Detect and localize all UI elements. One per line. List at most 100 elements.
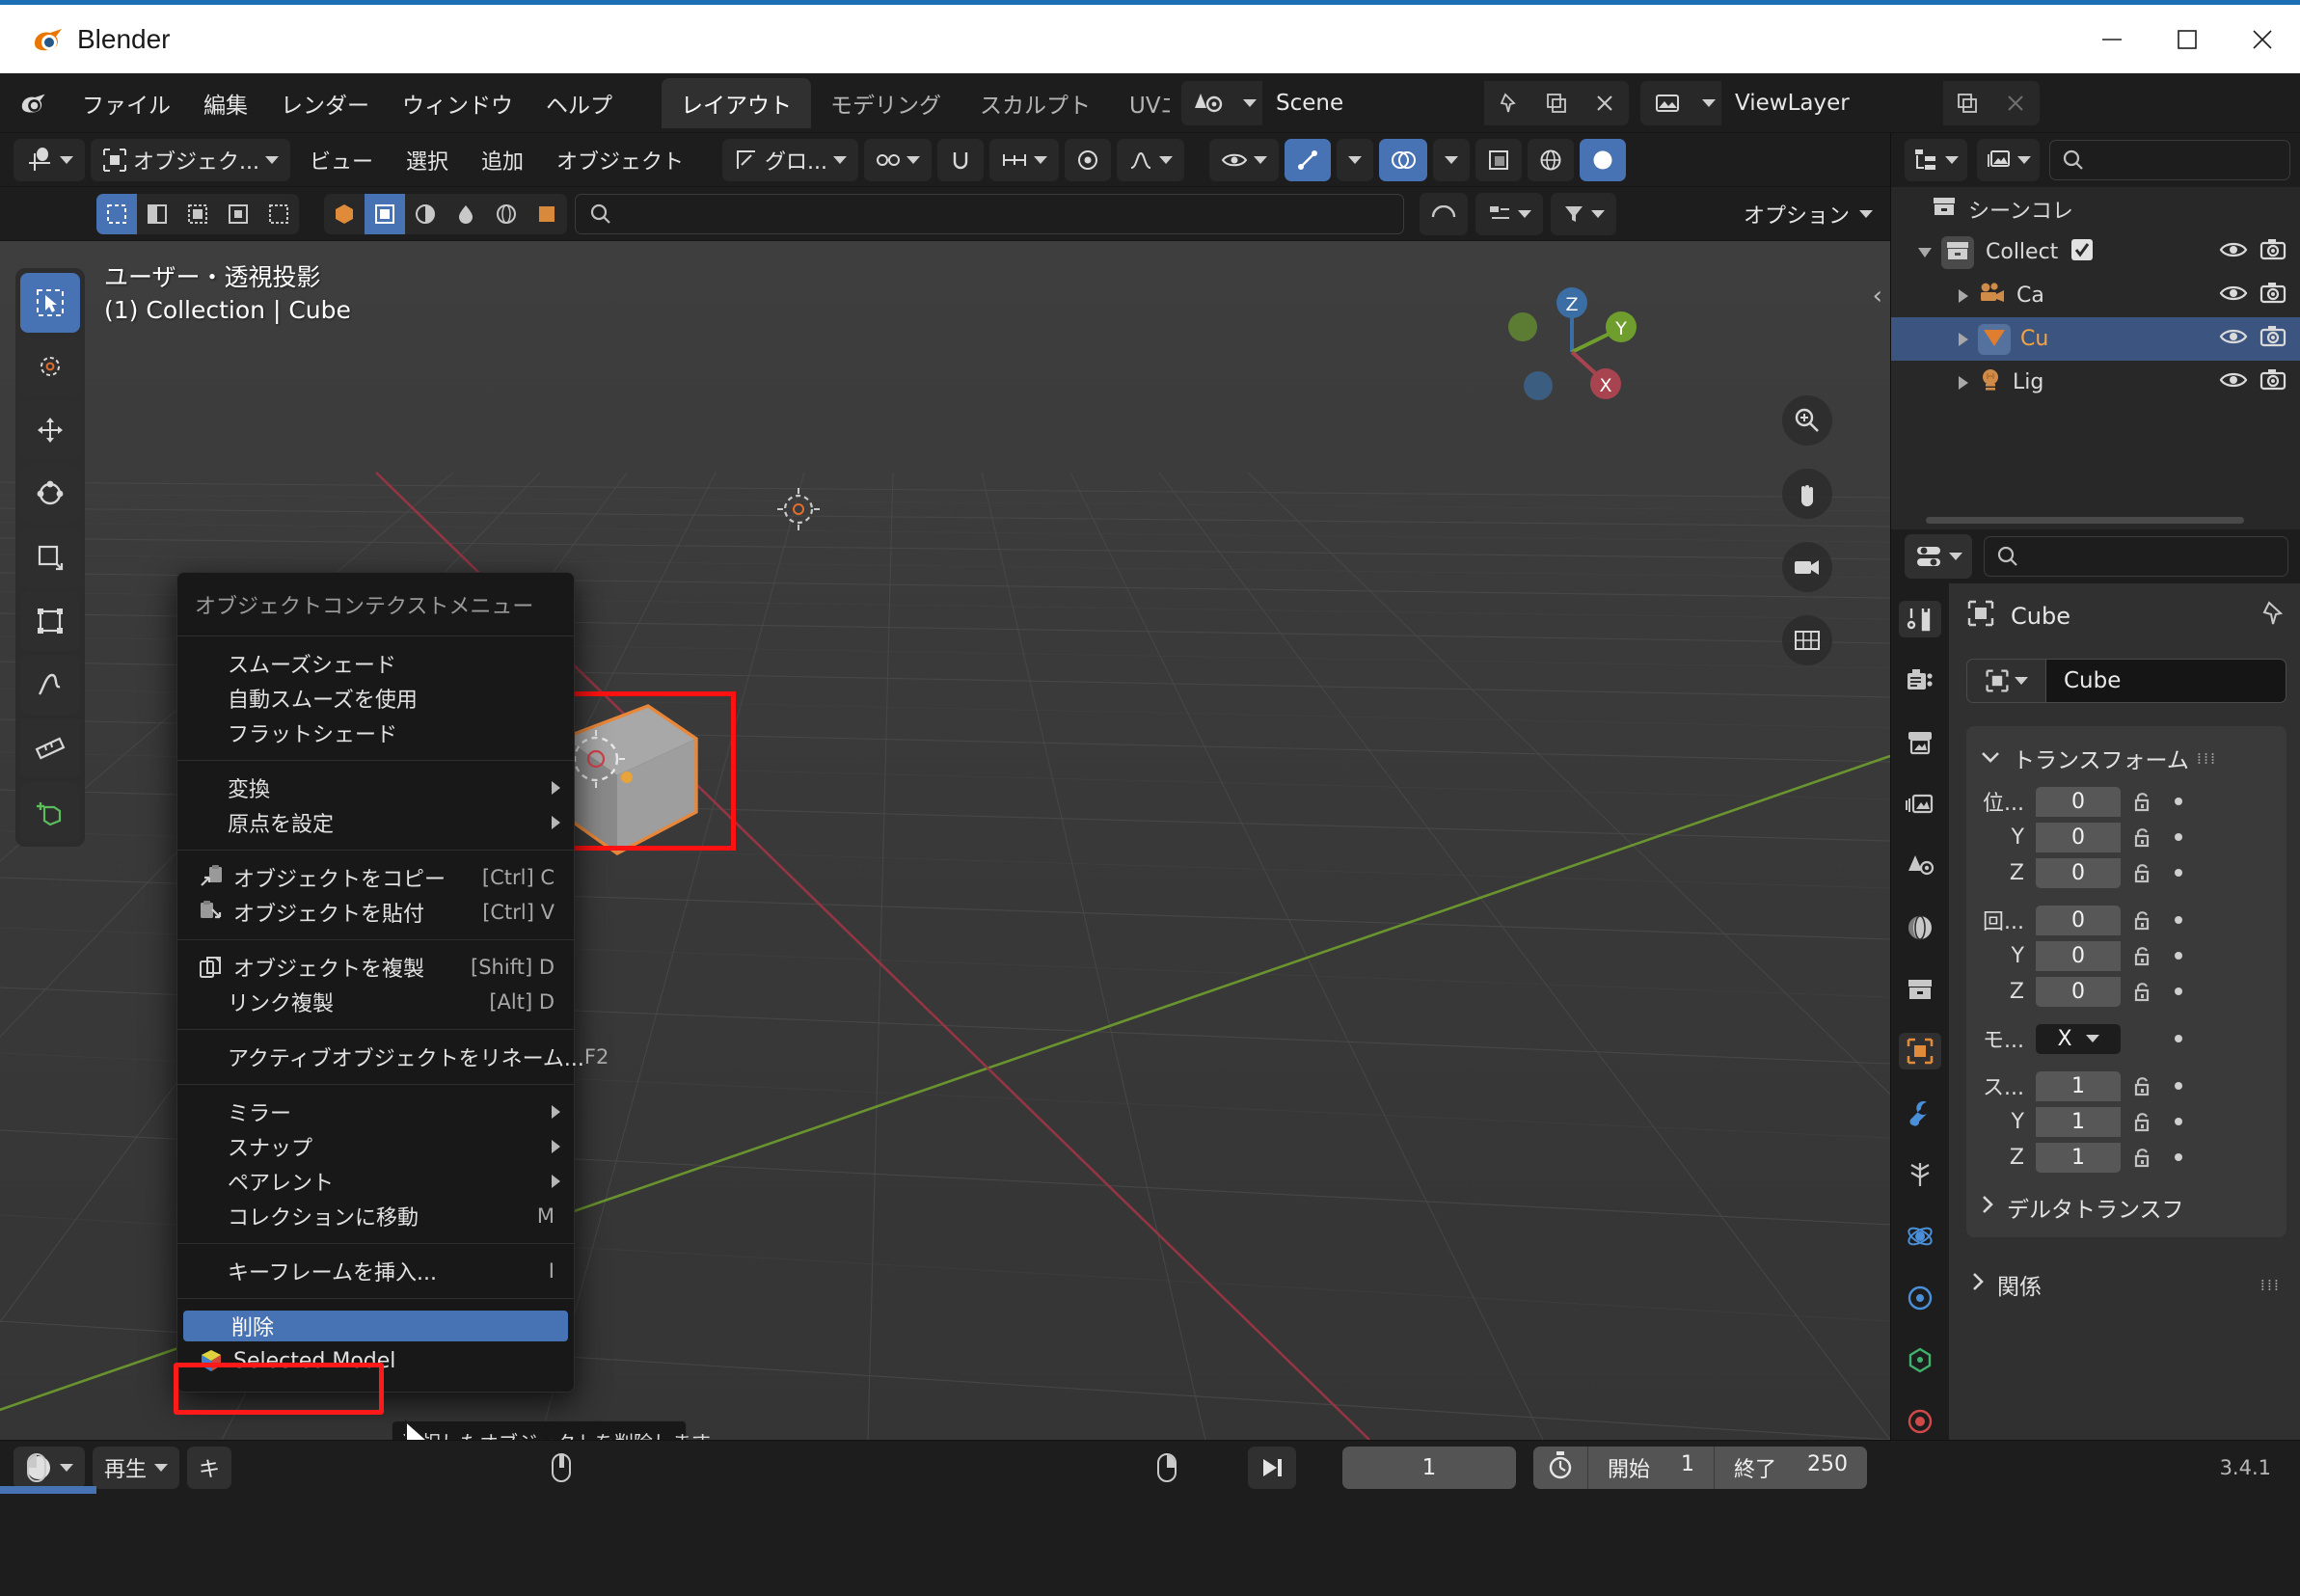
menu-item-insert-keyframe[interactable]: キーフレームを挿入... I bbox=[177, 1256, 574, 1286]
current-frame-field[interactable]: 1 bbox=[1341, 1446, 1516, 1489]
tab-modifiers[interactable] bbox=[1899, 1095, 1941, 1131]
render-camera-icon[interactable] bbox=[2259, 238, 2286, 267]
shading-uv-icon[interactable] bbox=[527, 194, 567, 234]
viewport-pan-icon[interactable] bbox=[1782, 469, 1832, 519]
outliner-row-scene-collection[interactable]: シーンコレ bbox=[1891, 187, 2300, 230]
transform-panel-header[interactable]: トランスフォーム ⁞⁞⁞ bbox=[1966, 736, 2286, 786]
gizmo-toggle-button[interactable] bbox=[1285, 138, 1332, 181]
start-frame-field[interactable]: 開始 1 bbox=[1588, 1452, 1714, 1483]
panel-drag-handle[interactable]: ⁞⁞⁞ bbox=[2197, 749, 2217, 768]
xray-toggle-button[interactable] bbox=[1475, 138, 1523, 181]
outliner-row-camera[interactable]: Ca bbox=[1891, 274, 2300, 317]
tab-particles[interactable] bbox=[1899, 1156, 1941, 1193]
rotation-mode-dropdown[interactable]: X bbox=[2036, 1023, 2121, 1054]
viewlayer-name-field[interactable]: ViewLayer bbox=[1721, 80, 1943, 125]
select-intersect-icon[interactable] bbox=[258, 194, 299, 234]
animate-dot-icon[interactable] bbox=[2175, 1082, 2182, 1090]
shading-half-icon[interactable] bbox=[405, 194, 446, 234]
viewport-menu-add[interactable]: 追加 bbox=[468, 145, 537, 176]
playback-menu-button[interactable]: 再生 bbox=[93, 1446, 180, 1489]
menu-item-shade-auto-smooth[interactable]: 自動スムーズを使用 bbox=[177, 683, 574, 714]
tool-select-box[interactable] bbox=[20, 273, 80, 333]
tab-data[interactable] bbox=[1899, 1341, 1941, 1378]
close-button[interactable] bbox=[2225, 5, 2300, 73]
lock-icon[interactable] bbox=[2121, 1073, 2165, 1098]
chevron-right-icon[interactable] bbox=[1970, 1271, 1986, 1298]
shading-solid-button[interactable] bbox=[1580, 138, 1627, 181]
outliner-row-light[interactable]: Lig bbox=[1891, 361, 2300, 404]
panel-drag-handle[interactable]: ⁞⁞⁞ bbox=[2260, 1276, 2286, 1294]
outliner-display-mode-button[interactable] bbox=[1977, 139, 2040, 181]
object-name-value[interactable]: Cube bbox=[2045, 659, 2286, 703]
visibility-eye-icon[interactable] bbox=[2219, 326, 2248, 353]
jump-to-end-button[interactable] bbox=[1247, 1446, 1296, 1489]
scale-y-value[interactable]: 1 bbox=[2036, 1106, 2121, 1137]
tool-cursor[interactable] bbox=[20, 337, 80, 396]
tab-view-layer[interactable] bbox=[1899, 786, 1941, 823]
location-z-value[interactable]: 0 bbox=[2036, 857, 2121, 888]
menu-item-shade-smooth[interactable]: スムーズシェード bbox=[177, 648, 574, 679]
new-scene-icon[interactable] bbox=[1532, 80, 1581, 125]
tab-layout[interactable]: レイアウト bbox=[662, 77, 811, 128]
menu-item-copy-objects[interactable]: オブジェクトをコピー [Ctrl] C bbox=[177, 862, 574, 893]
tab-constraints[interactable] bbox=[1899, 1280, 1941, 1316]
snap-settings-button[interactable] bbox=[989, 138, 1060, 181]
outliner[interactable]: シーンコレ Collect Ca Cu Lig bbox=[1891, 187, 2300, 529]
tab-tool[interactable] bbox=[1899, 601, 1941, 637]
lock-icon[interactable] bbox=[2121, 1109, 2165, 1134]
lock-icon[interactable] bbox=[2121, 1145, 2165, 1170]
viewport-zoom-icon[interactable] bbox=[1782, 395, 1832, 446]
chevron-down-icon[interactable] bbox=[1980, 745, 2001, 771]
viewport-menu-object[interactable]: オブジェクト bbox=[543, 145, 697, 176]
animate-dot-icon[interactable] bbox=[2175, 916, 2182, 924]
chevron-right-icon[interactable] bbox=[1980, 1194, 1995, 1221]
3d-viewport[interactable]: ユーザー・透視投影 (1) Collection | Cube ‹ Z Y X … bbox=[0, 241, 1890, 1440]
filter-mode-button[interactable] bbox=[1420, 192, 1468, 235]
overlays-settings-button[interactable] bbox=[1433, 138, 1471, 181]
filter-button[interactable] bbox=[1551, 192, 1616, 235]
animate-dot-icon[interactable] bbox=[2175, 1118, 2182, 1125]
lock-icon[interactable] bbox=[2121, 860, 2165, 885]
collection-checkbox[interactable] bbox=[2070, 237, 2095, 268]
gizmo-settings-button[interactable] bbox=[1337, 138, 1374, 181]
proportional-falloff-button[interactable] bbox=[1117, 138, 1185, 181]
menu-item-selected-model[interactable]: Selected Model bbox=[177, 1345, 574, 1376]
menu-item-convert[interactable]: 変換 bbox=[177, 772, 574, 803]
minimize-button[interactable] bbox=[2074, 5, 2150, 73]
menu-item-mirror[interactable]: ミラー bbox=[177, 1096, 574, 1127]
tab-uv-editing[interactable]: UVエ bbox=[1110, 78, 1170, 128]
tab-object[interactable] bbox=[1899, 1033, 1941, 1069]
overlays-toggle-button[interactable] bbox=[1379, 138, 1428, 181]
rotation-x-value[interactable]: 0 bbox=[2036, 905, 2121, 935]
tool-transform[interactable] bbox=[20, 591, 80, 651]
shading-wireframe-button[interactable] bbox=[1528, 138, 1575, 181]
scene-name-field[interactable]: Scene bbox=[1262, 80, 1484, 125]
tool-add-cube[interactable] bbox=[20, 782, 80, 842]
animate-dot-icon[interactable] bbox=[2175, 869, 2182, 877]
animate-dot-icon[interactable] bbox=[2175, 833, 2182, 841]
lock-icon[interactable] bbox=[2121, 943, 2165, 968]
viewlayer-dropdown-chevron-icon[interactable] bbox=[1696, 80, 1721, 125]
menu-item-set-origin[interactable]: 原点を設定 bbox=[177, 807, 574, 838]
editor-type-button[interactable] bbox=[14, 138, 85, 181]
outliner-row-cube[interactable]: Cu bbox=[1891, 317, 2300, 361]
select-extend-icon[interactable] bbox=[137, 194, 177, 234]
object-name-field[interactable]: Cube bbox=[1966, 659, 2286, 703]
menu-item-delete[interactable]: 削除 bbox=[183, 1311, 568, 1341]
scene-dropdown-chevron-icon[interactable] bbox=[1237, 80, 1262, 125]
lock-icon[interactable] bbox=[2121, 789, 2165, 814]
chevron-down-icon[interactable] bbox=[1918, 247, 1932, 257]
menu-help[interactable]: ヘルプ bbox=[529, 81, 629, 125]
scale-x-value[interactable]: 1 bbox=[2036, 1070, 2121, 1101]
animate-dot-icon[interactable] bbox=[2175, 987, 2182, 995]
menu-item-shade-flat[interactable]: フラットシェード bbox=[177, 717, 574, 748]
shading-material-icon[interactable] bbox=[324, 194, 365, 234]
navigation-gizmo[interactable]: Z Y X bbox=[1500, 280, 1644, 424]
lock-icon[interactable] bbox=[2121, 825, 2165, 850]
menu-file[interactable]: ファイル bbox=[66, 81, 187, 125]
shading-droplet-icon[interactable] bbox=[446, 194, 486, 234]
delete-viewlayer-icon[interactable] bbox=[1991, 80, 2040, 125]
delta-transform-subpanel[interactable]: デルタトランスフ bbox=[1966, 1177, 2286, 1224]
location-y-value[interactable]: 0 bbox=[2036, 822, 2121, 852]
object-browse-icon[interactable] bbox=[1966, 659, 2045, 703]
